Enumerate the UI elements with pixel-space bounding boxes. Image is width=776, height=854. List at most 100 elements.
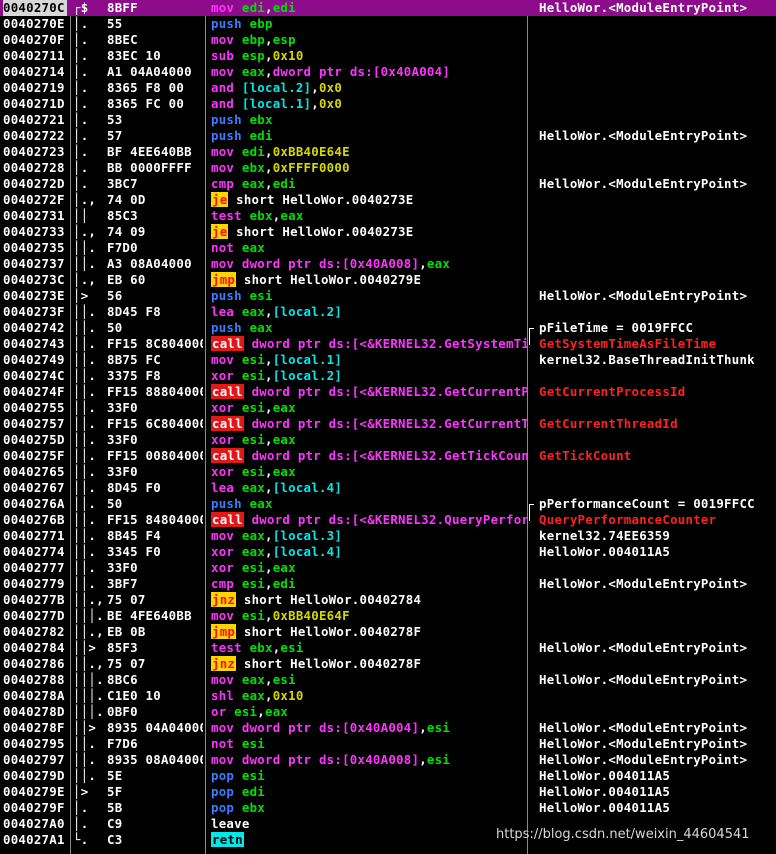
hex-dump-cell: 8B45 F4	[107, 528, 161, 543]
hex-dump-cell: 3345 F0	[107, 544, 161, 559]
disasm-row[interactable]: 00402728 │. BB 0000FFFF mov ebx,0xFFFF0000	[0, 160, 776, 176]
disasm-row[interactable]: 00402784 ││> 85F3 test ebx,esi HelloWor.<Mod…	[0, 640, 776, 656]
flow-marker: ││.	[73, 432, 97, 447]
disasm-row[interactable]: 00402737 ││. A3 08A04000 mov dword ptr ds:[…	[0, 256, 776, 272]
mnemonic: push	[211, 320, 242, 335]
api-call-bracket	[529, 328, 534, 345]
disasm-row[interactable]: 00402743 ││. FF15 8C804000 call dword ptr d…	[0, 336, 776, 352]
disasm-row[interactable]: 00402711 │. 83EC 10 sub esp,0x10	[0, 48, 776, 64]
disassembly-view[interactable]: 0040270C ┌$ 8BFF mov edi,edi HelloWor.<Modul…	[0, 0, 776, 854]
comment-cell: pFileTime = 0019FFCC	[539, 320, 694, 335]
operand: dword ptr ds:[<&KERNEL32.GetCurrentProce…	[251, 384, 527, 399]
disasm-row[interactable]: 0040270E │. 55 push ebp	[0, 16, 776, 32]
disasm-row[interactable]: 0040277B ││., 75 07 jnz short HelloWor.0040…	[0, 592, 776, 608]
operand: 0x0	[318, 80, 343, 95]
disasm-row[interactable]: 00402735 ││. F7D0 not eax	[0, 240, 776, 256]
disasm-row[interactable]: 00402767 ││. 8D45 F0 lea eax,[local.4]	[0, 480, 776, 496]
disasm-row[interactable]: 0040275D ││. 33F0 xor esi,eax	[0, 432, 776, 448]
disasm-row[interactable]: 00402721 │. 53 push ebx	[0, 112, 776, 128]
disasm-row[interactable]: 00402723 │. BF 4EE640BB mov edi,0xBB40E64E	[0, 144, 776, 160]
disasm-row[interactable]: 0040273E │> 56 push esi HelloWor.<ModuleEntr…	[0, 288, 776, 304]
disasm-row[interactable]: 0040278F ││> 8935 04A04000 mov dword ptr ds…	[0, 720, 776, 736]
disasm-row[interactable]: 00402771 ││. 8B45 F4 mov eax,[local.3] kerne…	[0, 528, 776, 544]
disasm-row[interactable]: 0040277D │││. BE 4FE640BB mov esi,0xBB40E64…	[0, 608, 776, 624]
disasm-row[interactable]: 00402765 ││. 33F0 xor esi,eax	[0, 464, 776, 480]
disasm-row[interactable]: 00402797 ││. 8935 08A04000 mov dword ptr ds…	[0, 752, 776, 768]
disasm-row[interactable]: 0040276B ││. FF15 84804000 call dword ptr d…	[0, 512, 776, 528]
hex-dump-cell: F7D0	[107, 240, 138, 255]
mnemonic: mov	[211, 160, 235, 175]
comment-cell: HelloWor.<ModuleEntryPoint>	[539, 640, 748, 655]
disasm-row[interactable]: 0040279F │. 5B pop ebx HelloWor.004011A5	[0, 800, 776, 816]
hex-dump-cell: 0BF0	[107, 704, 138, 719]
comment-cell: HelloWor.004011A5	[539, 544, 671, 559]
operand: ,	[419, 752, 427, 767]
disasm-row[interactable]: 00402722 │. 57 push edi HelloWor.<ModuleEntr…	[0, 128, 776, 144]
disasm-row[interactable]: 0040279E │> 5F pop edi HelloWor.004011A5	[0, 784, 776, 800]
operand: dword ptr ds:[<&KERNEL32.GetSystemTimeAs…	[251, 336, 527, 351]
disasm-row[interactable]: 00402774 ││. 3345 F0 xor eax,[local.4] Hello…	[0, 544, 776, 560]
hex-dump-cell: C3	[107, 832, 123, 847]
flow-marker: ││.	[73, 736, 97, 751]
operand: ,	[265, 0, 273, 15]
disasm-row[interactable]: 00402755 ││. 33F0 xor esi,eax	[0, 400, 776, 416]
address-cell: 0040278D	[3, 704, 65, 719]
operand: esi	[241, 576, 265, 591]
mnemonic: jmp	[211, 624, 237, 639]
disasm-row[interactable]: 00402788 │││. 8BC6 mov eax,esi HelloWor.<Mod…	[0, 672, 776, 688]
disasm-row[interactable]: 00402733 │., 74 09 je short HelloWor.004027…	[0, 224, 776, 240]
disasm-row[interactable]: 00402749 ││. 8B75 FC mov esi,[local.1] kerne…	[0, 352, 776, 368]
disasm-row[interactable]: 00402782 ││., EB 0B jmp short HelloWor.0040…	[0, 624, 776, 640]
disasm-row[interactable]: 0040274F ││. FF15 88804000 call dword ptr d…	[0, 384, 776, 400]
disasm-row[interactable]: 0040272D │. 3BC7 cmp eax,edi HelloWor.<Modul…	[0, 176, 776, 192]
disasm-row[interactable]: 0040279D ││. 5E pop esi HelloWor.004011A5	[0, 768, 776, 784]
disasm-row[interactable]: 00402786 ││., 75 07 jnz short HelloWor.0040…	[0, 656, 776, 672]
operand: ,	[265, 64, 273, 79]
disasm-row[interactable]: 0040274C ││. 3375 F8 xor esi,[local.2]	[0, 368, 776, 384]
disassembly-cell: call dword ptr ds:[<&KERNEL32.GetCurrent…	[211, 384, 527, 400]
disasm-row[interactable]: 0040270C ┌$ 8BFF mov edi,edi HelloWor.<Modul…	[0, 0, 776, 16]
disasm-row[interactable]: 00402777 ││. 33F0 xor esi,eax	[0, 560, 776, 576]
disasm-row[interactable]: 00402714 │. A1 04A04000 mov eax,dword ptr d…	[0, 64, 776, 80]
disasm-row[interactable]: 00402795 ││. F7D6 not esi HelloWor.<ModuleEn…	[0, 736, 776, 752]
mnemonic: xor	[211, 560, 235, 575]
disassembly-cell: test ebx,esi	[211, 640, 527, 656]
flow-marker: ││.	[73, 384, 97, 399]
operand: ,	[265, 672, 273, 687]
hex-dump-cell: 83EC 10	[107, 48, 161, 63]
hex-dump-cell: 8BFF	[107, 0, 138, 15]
disasm-row[interactable]: 0040273C │., EB 60 jmp short HelloWor.00402…	[0, 272, 776, 288]
address-cell: 0040277D	[3, 608, 65, 623]
disasm-row[interactable]: 00402731 ││ 85C3 test ebx,eax	[0, 208, 776, 224]
disasm-row[interactable]: 00402742 ││. 50 push eax pFileTime = 0019FFC…	[0, 320, 776, 336]
flow-marker: │.	[73, 64, 89, 79]
disasm-row[interactable]: 0040270F │. 8BEC mov ebp,esp	[0, 32, 776, 48]
disasm-row[interactable]: 0040278A │││. C1E0 10 shl eax,0x10	[0, 688, 776, 704]
mnemonic: mov	[211, 0, 235, 15]
address-cell: 0040278F	[3, 720, 65, 735]
flow-marker: ││.	[73, 352, 97, 367]
disasm-row[interactable]: 00402719 │. 8365 F8 00 and [local.2],0x0	[0, 80, 776, 96]
operand: eax	[241, 480, 265, 495]
hex-dump-cell: FF15 88804000	[107, 384, 203, 399]
mnemonic: mov	[211, 352, 235, 367]
flow-marker: ││.	[73, 496, 97, 511]
operand: edi	[272, 0, 296, 15]
hex-dump-cell: 8365 FC 00	[107, 96, 185, 111]
disasm-row[interactable]: 00402757 ││. FF15 6C804000 call dword ptr d…	[0, 416, 776, 432]
operand: eax	[249, 320, 273, 335]
disasm-row[interactable]: 0040276A ││. 50 push eax pPerformanceCount =…	[0, 496, 776, 512]
hex-dump-cell: 5E	[107, 768, 123, 783]
hex-dump-cell: 85C3	[107, 208, 138, 223]
disasm-row[interactable]: 00402779 ││. 3BF7 cmp esi,edi HelloWor.<Modu…	[0, 576, 776, 592]
hex-dump-cell: 8D45 F0	[107, 480, 161, 495]
disasm-row[interactable]: 0040273F ││. 8D45 F8 lea eax,[local.2]	[0, 304, 776, 320]
flow-marker: ││.	[73, 368, 97, 383]
operand: esi	[241, 400, 265, 415]
comment-cell: HelloWor.004011A5	[539, 784, 671, 799]
disasm-row[interactable]: 0040278D │││. 0BF0 or esi,eax	[0, 704, 776, 720]
disasm-row[interactable]: 0040271D │. 8365 FC 00 and [local.1],0x0	[0, 96, 776, 112]
disasm-row[interactable]: 0040272F │., 74 0D je short HelloWor.004027…	[0, 192, 776, 208]
disasm-row[interactable]: 0040275F ││. FF15 00804000 call dword ptr d…	[0, 448, 776, 464]
hex-dump-cell: 50	[107, 320, 123, 335]
